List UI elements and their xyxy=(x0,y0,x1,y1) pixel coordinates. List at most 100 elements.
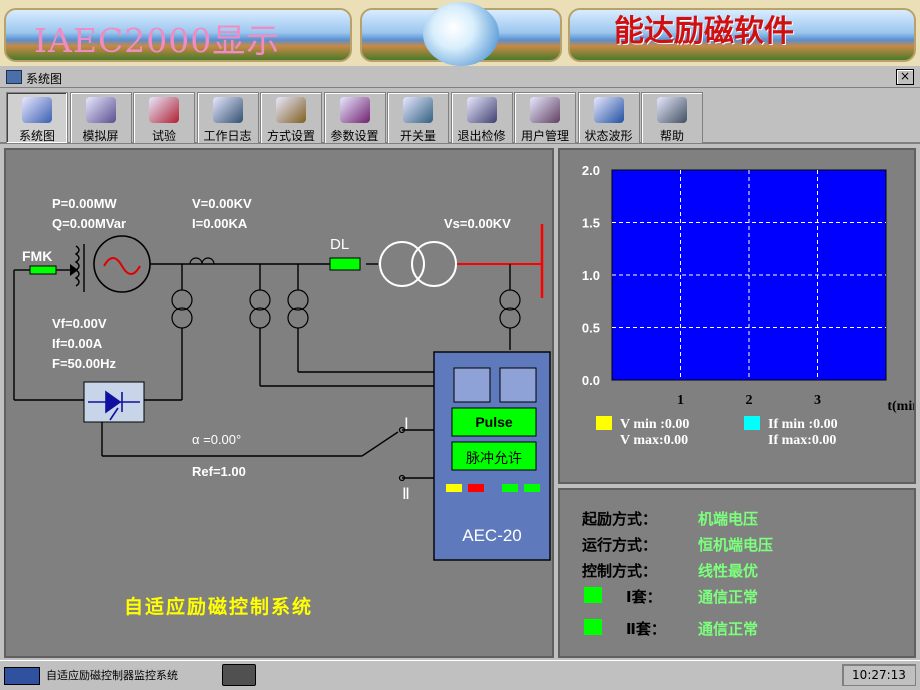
y-tick-label: 2.0 xyxy=(582,163,600,178)
legend-swatch xyxy=(596,416,612,430)
x-tick-label: 3 xyxy=(814,393,821,408)
system-voltage-readout: Vs=0.00KV xyxy=(444,216,511,231)
statusbar-app-name: 自适应励磁控制器监控系统 xyxy=(46,669,178,682)
legend-text: V max:0.00 xyxy=(620,433,688,448)
help-icon xyxy=(657,97,687,123)
toolbar-button-3[interactable]: 工作日志 xyxy=(196,92,259,144)
led-red xyxy=(468,484,484,492)
window-title: 系统图 xyxy=(26,72,63,86)
status-label: Ⅰ套： xyxy=(626,588,662,606)
user-management-icon xyxy=(530,97,560,123)
status-value: 线性最优 xyxy=(698,562,759,580)
disk-icon[interactable] xyxy=(222,664,256,686)
dl-breaker[interactable] xyxy=(329,257,361,271)
reference-readout: Ref=1.00 xyxy=(192,464,246,479)
legend-text: If max:0.00 xyxy=(768,433,836,448)
exit-maintenance-icon xyxy=(466,97,497,123)
current-readout: I=0.00KA xyxy=(192,216,248,231)
toolbar-button-label: 状态波形 xyxy=(584,129,633,143)
led-green-2 xyxy=(524,484,540,492)
comm-indicator xyxy=(584,587,602,603)
fmk-breaker[interactable] xyxy=(29,265,57,275)
firing-angle-readout: α =0.00° xyxy=(192,432,242,447)
status-bar: 自适应励磁控制器监控系统 10:27:13 xyxy=(0,660,920,690)
pulse-enable-label: 脉冲允许 xyxy=(466,450,522,466)
field-voltage-readout: Vf=0.00V xyxy=(52,316,107,331)
active-power-readout: P=0.00MW xyxy=(52,196,117,211)
statusbar-clock: 10:27:13 xyxy=(842,664,916,686)
toolbar-button-label: 方式设置 xyxy=(266,129,315,143)
toolbar-button-label: 帮助 xyxy=(659,129,684,143)
voltage-readout: V=0.00KV xyxy=(192,196,252,211)
field-current-readout: If=0.00A xyxy=(52,336,103,351)
window-titlebar xyxy=(0,66,920,88)
toolbar-button-5[interactable]: 参数设置 xyxy=(323,92,386,144)
status-label: Ⅱ套： xyxy=(626,620,666,638)
status-label: 运行方式： xyxy=(582,536,658,554)
channel-2-label: Ⅱ xyxy=(402,486,410,503)
status-waveform-icon xyxy=(593,97,624,123)
close-button[interactable]: × xyxy=(896,69,914,85)
pulse-label: Pulse xyxy=(475,414,513,430)
system-name-label: 自适应励磁控制系统 xyxy=(124,597,314,618)
window-app-icon xyxy=(6,70,22,84)
reactive-power-readout: Q=0.00MVar xyxy=(52,216,127,231)
monitor-icon xyxy=(4,667,40,685)
toolbar-button-2[interactable]: 试验 xyxy=(133,92,195,144)
status-label: 控制方式： xyxy=(582,562,658,580)
status-value: 通信正常 xyxy=(698,620,759,638)
toolbar-button-7[interactable]: 退出检修 xyxy=(450,92,513,144)
status-value: 恒机端电压 xyxy=(698,536,774,554)
toolbar-button-label: 参数设置 xyxy=(330,129,379,143)
led-green-1 xyxy=(502,484,518,492)
trend-chart: 2.0 1.5 1.0 0.5 0.0 1 2 3 t(min) V min :0.00V max… xyxy=(582,163,920,448)
comm-indicator xyxy=(584,619,602,635)
toolbar-button-6[interactable]: 开关量 xyxy=(387,92,449,144)
generator-symbol xyxy=(93,235,151,293)
toolbar-button-label: 退出检修 xyxy=(457,129,506,143)
work-log-icon xyxy=(212,97,243,123)
status-value: 通信正常 xyxy=(698,588,759,606)
x-tick-label: 2 xyxy=(746,393,753,408)
legend-text: V min :0.00 xyxy=(620,417,689,432)
parameter-settings-icon xyxy=(339,97,370,123)
mode-settings-icon xyxy=(276,97,306,123)
y-tick-label: 1.0 xyxy=(582,268,600,283)
device-model-label: AEC-20 xyxy=(462,526,522,545)
status-value: 机端电压 xyxy=(698,510,759,528)
system-diagram-icon xyxy=(22,97,52,123)
device-display-right xyxy=(499,367,537,403)
simulation-screen-icon xyxy=(85,97,116,123)
toolbar-button-8[interactable]: 用户管理 xyxy=(514,92,576,144)
toolbar-button-label: 模拟屏 xyxy=(82,129,119,143)
x-tick-label: 1 xyxy=(677,393,684,408)
dl-label: DL xyxy=(330,236,350,253)
x-axis-unit: t(min) xyxy=(887,399,914,414)
trend-chart-panel: 2.0 1.5 1.0 0.5 0.0 1 2 3 t(min) V min :0.00V max… xyxy=(558,148,920,484)
test-pen-icon xyxy=(149,97,179,123)
fmk-label: FMK xyxy=(22,248,53,264)
status-label: 起励方式： xyxy=(582,510,658,528)
led-yellow xyxy=(446,484,462,492)
toolbar-button-4[interactable]: 方式设置 xyxy=(260,92,322,144)
toolbar-button-9[interactable]: 状态波形 xyxy=(577,92,640,144)
globe-logo-icon xyxy=(423,2,499,66)
toolbar-button-label: 用户管理 xyxy=(520,129,569,143)
banner-title: IAEC2000显示 xyxy=(34,21,281,60)
toolbar-button-10[interactable]: 帮助 xyxy=(641,92,703,144)
system-diagram-panel: P=0.00MW Q=0.00MVar V=0.00KV I=0.00KA Vs… xyxy=(4,148,554,658)
legend-swatch xyxy=(744,416,760,430)
status-panel: 起励方式： 机端电压运行方式： 恒机端电压控制方式： 线性最优 Ⅰ套： 通信正常 Ⅱ套： 通信… xyxy=(558,488,916,658)
toolbar-button-1[interactable]: 模拟屏 xyxy=(69,92,132,144)
banner-brand: 能达励磁软件 xyxy=(614,14,794,49)
y-tick-label: 0.5 xyxy=(582,321,600,336)
switch-io-icon xyxy=(403,97,433,123)
toolbar-button-0[interactable]: 系统图 xyxy=(6,92,68,144)
legend-text: If min :0.00 xyxy=(768,417,838,432)
channel-1-label: Ⅰ xyxy=(404,416,409,433)
toolbar-button-label: 系统图 xyxy=(18,129,55,143)
toolbar-button-label: 试验 xyxy=(151,129,176,143)
toolbar-button-label: 开关量 xyxy=(399,129,436,143)
toolbar-button-label: 工作日志 xyxy=(203,129,252,143)
y-tick-label: 0.0 xyxy=(582,373,600,388)
